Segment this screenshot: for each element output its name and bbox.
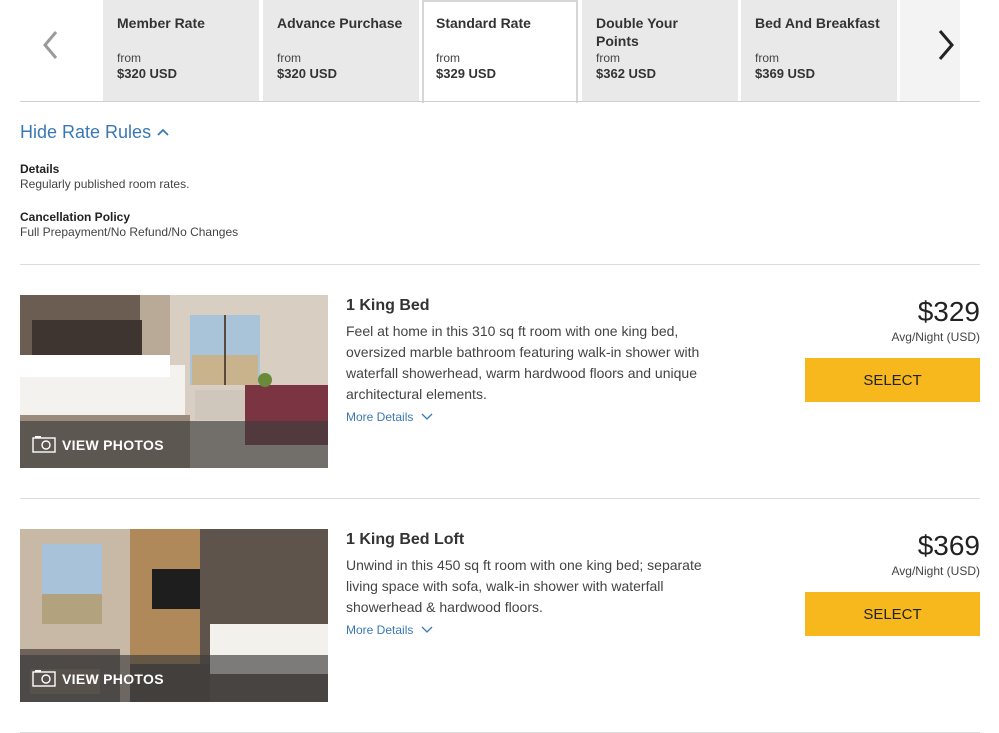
- more-details-link[interactable]: More Details: [346, 410, 726, 424]
- cancellation-title: Cancellation Policy: [20, 210, 131, 224]
- view-photos-button[interactable]: VIEW PHOTOS: [20, 655, 328, 702]
- hide-rate-rules-toggle[interactable]: Hide Rate Rules: [20, 121, 170, 143]
- select-button[interactable]: SELECT: [805, 358, 980, 402]
- price-amount: $369: [917, 530, 980, 561]
- rate-details: Details Regularly published room rates.: [20, 162, 189, 192]
- price-per-night-label: Avg/Night (USD): [891, 330, 980, 344]
- rate-tab-price: $362 USD: [596, 66, 656, 81]
- rate-tab-name: Bed And Breakfast: [755, 15, 880, 31]
- more-details-label: More Details: [346, 410, 414, 424]
- rate-tab-advance-purchase[interactable]: Advance Purchase from $320 USD: [263, 0, 419, 102]
- rate-tab-price: $329 USD: [436, 66, 496, 81]
- section-divider: [20, 264, 980, 265]
- view-photos-button[interactable]: VIEW PHOTOS: [20, 421, 328, 468]
- rate-tab-price: $320 USD: [117, 66, 177, 81]
- rate-tab-strip: Member Rate from $320 USD Advance Purcha…: [20, 0, 980, 103]
- tab-strip-divider: [20, 101, 980, 102]
- room-info: 1 King Bed Loft Unwind in this 450 sq ft…: [346, 529, 726, 637]
- room-price: $369 Avg/Night (USD): [892, 529, 980, 579]
- rate-tab-from: from: [117, 51, 141, 65]
- more-details-link[interactable]: More Details: [346, 623, 726, 637]
- rate-tab-name: Member Rate: [117, 15, 205, 31]
- rate-tab-member-rate[interactable]: Member Rate from $320 USD: [103, 0, 259, 102]
- room-card-king-bed: VIEW PHOTOS 1 King Bed Feel at home in t…: [20, 295, 980, 468]
- details-title: Details: [20, 162, 60, 176]
- room-photo[interactable]: VIEW PHOTOS: [20, 295, 328, 468]
- rate-tab-name: Standard Rate: [436, 15, 531, 31]
- hide-rate-rules-label: Hide Rate Rules: [20, 121, 152, 142]
- rate-tab-from: from: [277, 51, 301, 65]
- chevron-down-icon: [421, 626, 433, 633]
- next-rates-arrow[interactable]: [932, 28, 962, 62]
- rate-tab-from: from: [755, 51, 779, 65]
- room-divider: [20, 498, 980, 499]
- select-button[interactable]: SELECT: [805, 592, 980, 636]
- price-amount: $329: [917, 296, 980, 327]
- room-price: $329 Avg/Night (USD): [892, 295, 980, 345]
- cancellation-policy: Cancellation Policy Full Prepayment/No R…: [20, 210, 238, 240]
- rate-tab-bed-and-breakfast[interactable]: Bed And Breakfast from $369 USD: [741, 0, 897, 102]
- chevron-right-icon: [938, 30, 954, 60]
- room-title: 1 King Bed: [346, 297, 430, 314]
- price-per-night-label: Avg/Night (USD): [891, 564, 980, 578]
- room-title: 1 King Bed Loft: [346, 531, 465, 548]
- view-photos-label: VIEW PHOTOS: [62, 671, 164, 687]
- rate-tab-standard-rate[interactable]: Standard Rate from $329 USD: [422, 0, 578, 103]
- chevron-left-icon: [43, 31, 58, 59]
- rate-tab-double-your-points[interactable]: Double Your Points from $362 USD: [582, 0, 738, 102]
- rate-tab-price: $320 USD: [277, 66, 337, 81]
- rate-tab-name: Advance Purchase: [277, 15, 403, 31]
- details-text: Regularly published room rates.: [20, 177, 190, 191]
- room-info: 1 King Bed Feel at home in this 310 sq f…: [346, 295, 726, 424]
- rate-tab-from: from: [436, 51, 460, 65]
- rate-tab-from: from: [596, 51, 620, 65]
- room-photo[interactable]: VIEW PHOTOS: [20, 529, 328, 702]
- view-photos-label: VIEW PHOTOS: [62, 437, 164, 453]
- room-description: Unwind in this 450 sq ft room with one k…: [346, 557, 702, 615]
- rate-tab-price: $369 USD: [755, 66, 815, 81]
- camera-icon: [32, 670, 56, 687]
- camera-icon: [32, 436, 56, 453]
- previous-rates-arrow[interactable]: [38, 28, 68, 62]
- more-details-label: More Details: [346, 623, 414, 637]
- room-description: Feel at home in this 310 sq ft room with…: [346, 323, 700, 402]
- room-card-king-bed-loft: VIEW PHOTOS 1 King Bed Loft Unwind in th…: [20, 529, 980, 702]
- chevron-down-icon: [421, 413, 433, 420]
- rate-tab-name: Double Your Points: [596, 15, 678, 49]
- cancellation-text: Full Prepayment/No Refund/No Changes: [20, 225, 239, 239]
- chevron-up-icon: [157, 128, 169, 136]
